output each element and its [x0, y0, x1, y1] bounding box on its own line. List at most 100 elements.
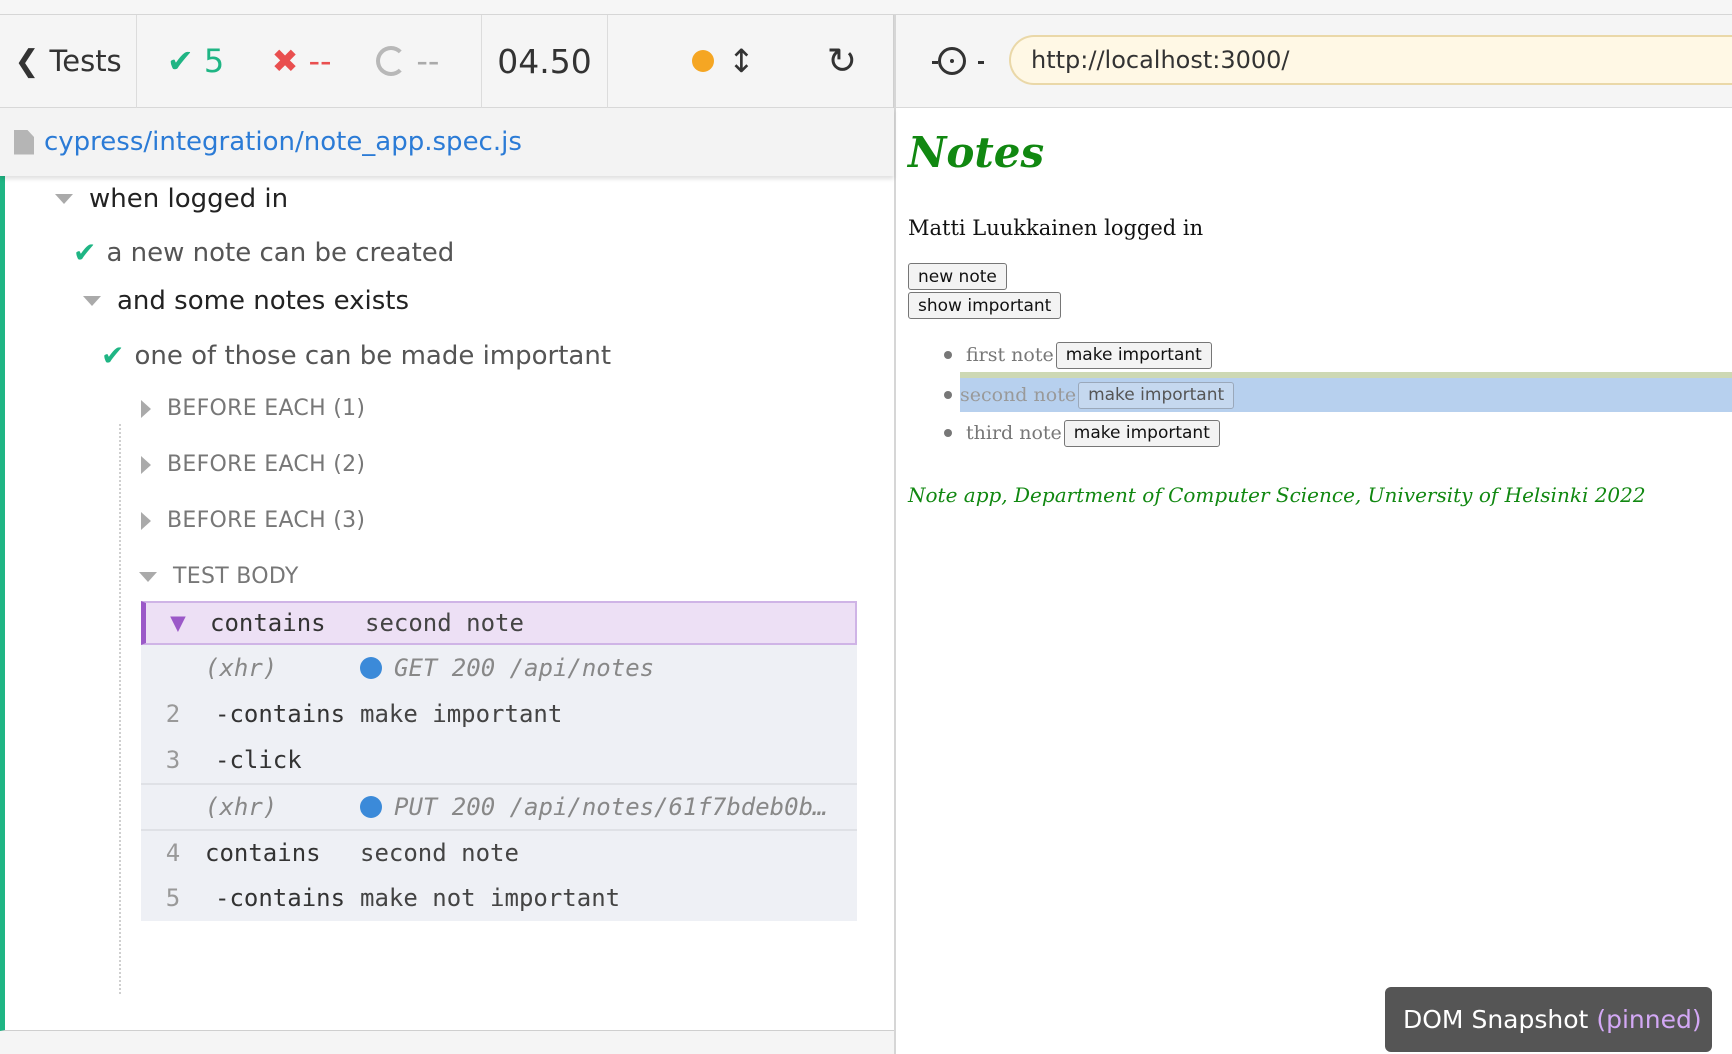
reporter-panel: ❮ Tests ✔ 5 ✖ -- -- 04.50 ↕ ↻ cypress/in… [0, 14, 894, 1054]
pin-icon: ▼ [170, 608, 186, 638]
controls-group: ↕ ↻ [608, 14, 894, 108]
selector-playground-icon[interactable] [932, 47, 984, 75]
command-name: (xhr) [205, 654, 278, 682]
bullet-icon [944, 391, 952, 399]
pending-spinner-icon [376, 46, 407, 76]
page-title: Notes [908, 128, 1045, 177]
command-message-wrap: PUT 200 /api/notes/61f7bdeb0b… [360, 793, 827, 821]
app-preview-panel: http://localhost:3000/ Notes Matti Luukk… [894, 15, 1732, 1054]
command-message: second note [365, 609, 524, 637]
bullet-icon [944, 351, 952, 359]
command-row[interactable]: 2 -contains make important [141, 691, 857, 737]
note-content: second note [960, 384, 1077, 406]
hook-title: TEST BODY [173, 564, 299, 589]
hooks-guide-line [119, 424, 121, 994]
reporter-header: ❮ Tests ✔ 5 ✖ -- -- 04.50 ↕ ↻ [0, 14, 894, 108]
xhr-status-icon [360, 796, 382, 818]
rerun-icon[interactable]: ↻ [827, 41, 857, 82]
command-list: ▼ contains second note (xhr) GET 200 /ap… [141, 601, 857, 921]
arrows-vertical-icon: ↕ [728, 42, 755, 80]
command-name: -contains [215, 884, 346, 912]
test-new-note[interactable]: ✔ a new note can be created [73, 236, 454, 269]
caret-right-icon [141, 455, 151, 474]
snapshot-label: DOM Snapshot [1403, 1005, 1589, 1034]
hook-title: BEFORE EACH (2) [167, 452, 366, 477]
command-row[interactable]: 5 -contains make not important [141, 875, 857, 921]
dom-snapshot-badge[interactable]: DOM Snapshot (pinned) [1385, 987, 1712, 1052]
xhr-status-icon [360, 657, 382, 679]
command-row-xhr[interactable]: (xhr) PUT 200 /api/notes/61f7bdeb0b… [141, 783, 857, 829]
test-title: a new note can be created [106, 237, 455, 268]
command-message: PUT 200 /api/notes/61f7bdeb0b… [394, 793, 828, 821]
hook-before-each-3[interactable]: BEFORE EACH (3) [141, 508, 365, 533]
failed-stat: ✖ -- [272, 42, 377, 80]
logged-in-text: Matti Luukkainen logged in [908, 216, 1204, 240]
list-item: third note make important [908, 416, 1732, 450]
show-important-button[interactable]: show important [908, 292, 1062, 319]
hook-test-body[interactable]: TEST BODY [139, 564, 299, 589]
suite-some-notes[interactable]: and some notes exists [83, 286, 409, 316]
make-important-button[interactable]: make important [1078, 381, 1235, 409]
list-item-highlighted: second note make important [960, 378, 1732, 412]
command-name: -contains [215, 700, 346, 728]
note-content: first note [966, 344, 1054, 366]
bullet-icon [944, 429, 952, 437]
command-message: make important [360, 700, 563, 728]
check-icon: ✔ [73, 236, 97, 269]
command-message: make not important [360, 884, 621, 912]
passed-count: 5 [203, 42, 225, 80]
auto-scroll-toggle[interactable]: ↕ [692, 42, 755, 80]
command-row[interactable]: 3 -click [141, 737, 857, 783]
command-row-xhr[interactable]: (xhr) GET 200 /api/notes [141, 645, 857, 691]
make-important-button[interactable]: make important [1055, 341, 1212, 369]
file-icon [14, 129, 34, 155]
command-row-pinned[interactable]: ▼ contains second note [141, 601, 857, 645]
passed-stat: ✔ 5 [167, 42, 272, 80]
hook-before-each-1[interactable]: BEFORE EACH (1) [141, 396, 365, 421]
caret-right-icon [141, 399, 151, 418]
command-message: second note [360, 839, 519, 867]
test-make-important[interactable]: ✔ one of those can be made important [101, 339, 611, 372]
suite-when-logged-in[interactable]: when logged in [55, 184, 288, 214]
preview-header: http://localhost:3000/ [896, 15, 1732, 108]
window-top-edge [0, 0, 1732, 15]
command-name: -click [215, 746, 302, 774]
hook-title: BEFORE EACH (1) [167, 396, 366, 421]
command-number: 5 [165, 884, 181, 912]
command-row[interactable]: 4 contains second note [141, 829, 857, 875]
command-message-wrap: GET 200 /api/notes [360, 654, 654, 682]
test-title: one of those can be made important [134, 340, 612, 371]
status-dot-icon [692, 50, 715, 72]
command-name: contains [210, 609, 326, 637]
hook-title: BEFORE EACH (3) [167, 508, 366, 533]
suite-title: when logged in [89, 184, 289, 214]
suite-title: and some notes exists [117, 286, 410, 316]
list-item: first note make important [908, 338, 1732, 372]
failed-count: -- [308, 42, 332, 80]
caret-down-icon [83, 296, 101, 306]
caret-down-icon [139, 571, 157, 582]
check-icon: ✔ [167, 42, 194, 80]
new-note-button[interactable]: new note [908, 263, 1007, 290]
command-number: 2 [165, 700, 181, 728]
reporter-bottom-strip [0, 1031, 894, 1054]
spec-file-link[interactable]: cypress/integration/note_app.spec.js [44, 127, 522, 157]
app-footer: Note app, Department of Computer Science… [908, 483, 1646, 507]
duration: 04.50 [482, 14, 608, 108]
runnable-tree: when logged in ✔ a new note can be creat… [0, 176, 894, 1031]
pending-count: -- [416, 42, 440, 80]
command-number: 3 [165, 746, 181, 774]
command-name: (xhr) [205, 793, 278, 821]
check-icon: ✔ [101, 339, 125, 372]
url-bar[interactable]: http://localhost:3000/ [1009, 35, 1732, 85]
stats-group: ✔ 5 ✖ -- -- [137, 14, 482, 108]
spec-file-bar: cypress/integration/note_app.spec.js [0, 108, 894, 176]
note-content: third note [966, 422, 1062, 444]
tests-back-button[interactable]: ❮ Tests [0, 14, 137, 108]
caret-down-icon [55, 194, 73, 204]
make-important-button[interactable]: make important [1063, 419, 1220, 447]
snapshot-pinned-label: (pinned) [1596, 1005, 1702, 1034]
cross-icon: ✖ [271, 42, 299, 80]
chevron-left-icon: ❮ [14, 43, 40, 79]
hook-before-each-2[interactable]: BEFORE EACH (2) [141, 452, 365, 477]
